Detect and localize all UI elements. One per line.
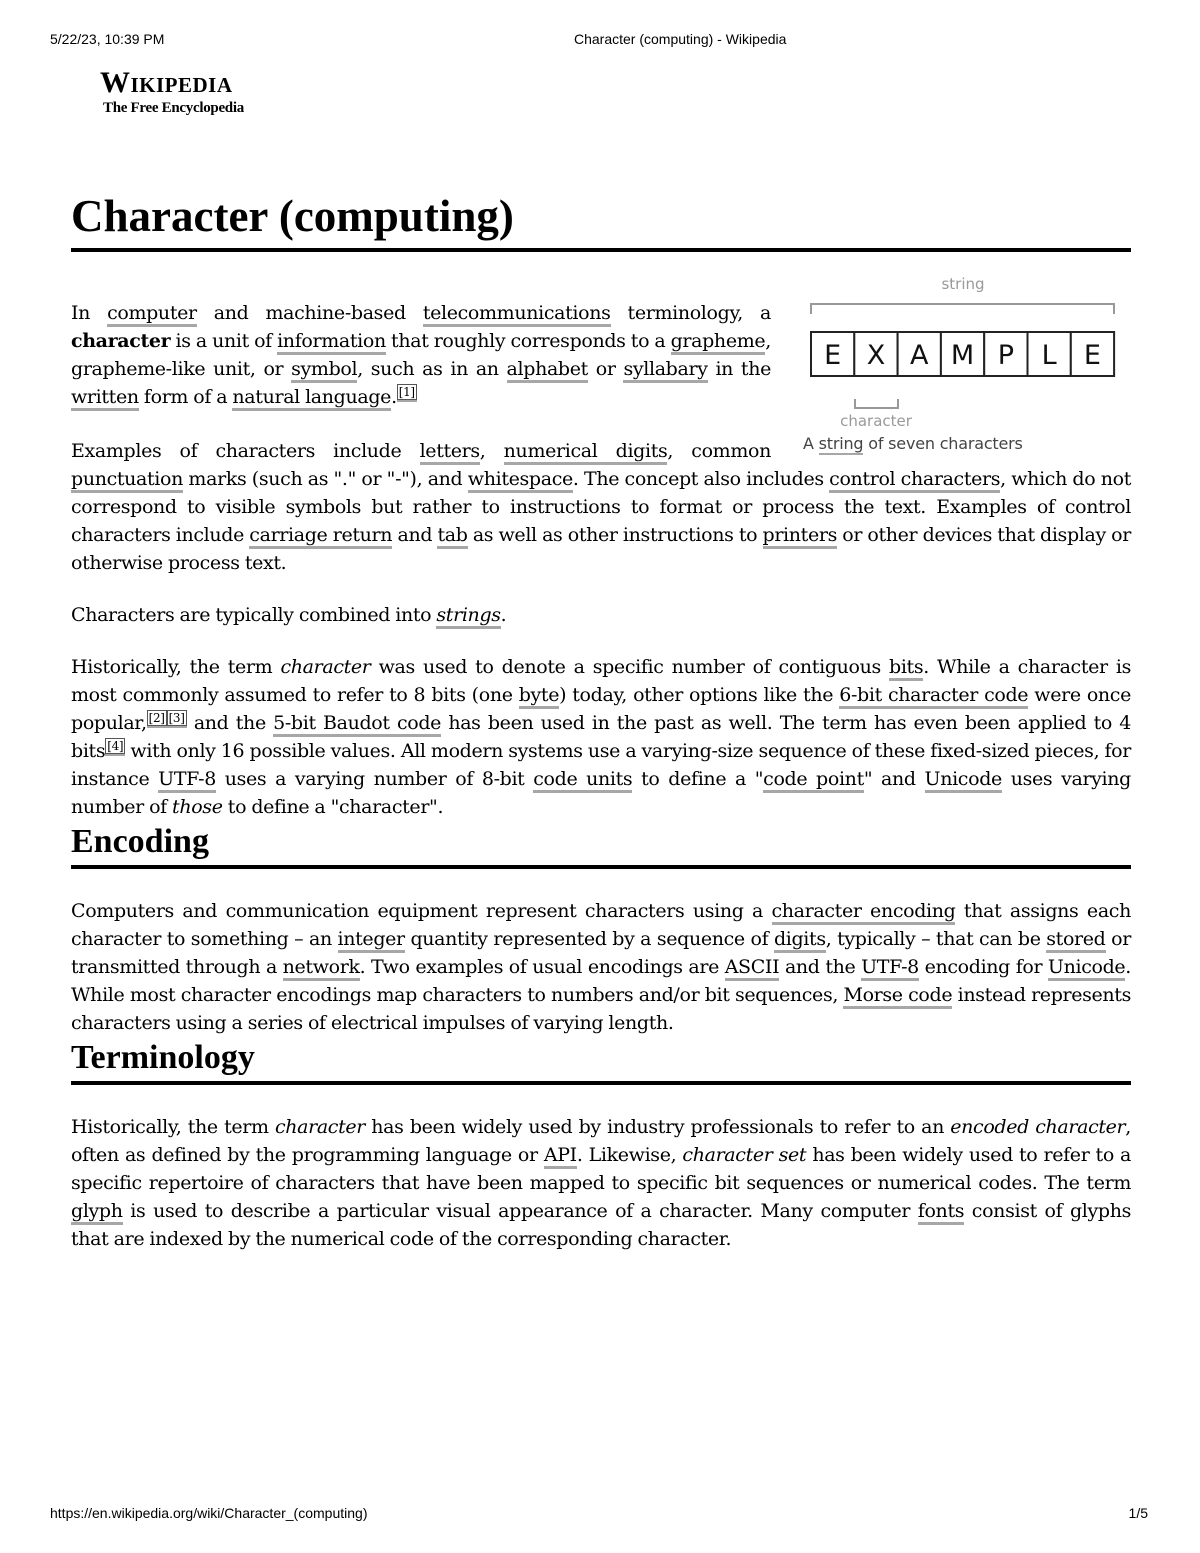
link-utf-8[interactable]: UTF-8 xyxy=(158,768,216,793)
link-control-characters[interactable]: control characters xyxy=(829,468,1001,493)
link-carriage-return[interactable]: carriage return xyxy=(249,524,393,549)
link-6-bit-character-code[interactable]: 6-bit character code xyxy=(839,684,1029,709)
link-integer[interactable]: integer xyxy=(337,928,405,953)
intro-paragraph-2: Examples of characters include letters, … xyxy=(71,440,1131,574)
intro-paragraph-4: Historically, the term character was use… xyxy=(71,656,1132,818)
link-fonts[interactable]: fonts xyxy=(917,1200,964,1225)
link-unicode-encoding[interactable]: Unicode xyxy=(1047,956,1126,981)
link-telecommunications[interactable]: telecommunications xyxy=(422,302,611,327)
example-figure: string EXAMPLE character A string of sev… xyxy=(801,268,1131,455)
link-glyph[interactable]: glyph xyxy=(71,1200,123,1225)
terminology-paragraph: Historically, the term character has bee… xyxy=(71,1116,1132,1250)
citation-1[interactable]: [1] xyxy=(396,383,417,402)
string-bracket xyxy=(810,303,1115,314)
intro-paragraph-3: Characters are typically combined into s… xyxy=(71,601,1131,629)
citation-2[interactable]: [2] xyxy=(146,709,167,728)
link-whitespace[interactable]: whitespace xyxy=(467,468,573,493)
letter-boxes: EXAMPLE xyxy=(810,331,1116,377)
link-punctuation[interactable]: punctuation xyxy=(71,468,183,493)
print-datetime: 5/22/23, 10:39 PM xyxy=(50,31,165,47)
print-page-number: 1/5 xyxy=(1128,1505,1148,1521)
link-information[interactable]: information xyxy=(277,330,386,355)
encoding-paragraph: Computers and communication equipment re… xyxy=(71,900,1132,1034)
link-code-units[interactable]: code units xyxy=(533,768,633,793)
print-url: https://en.wikipedia.org/wiki/Character_… xyxy=(50,1505,368,1521)
letter-glyph: E xyxy=(1084,340,1101,371)
link-tab[interactable]: tab xyxy=(437,524,468,549)
print-header: 5/22/23, 10:39 PM Character (computing) … xyxy=(0,31,1200,49)
link-morse-code[interactable]: Morse code xyxy=(843,984,953,1009)
heading-terminology: Terminology xyxy=(71,1037,1131,1085)
link-code-point[interactable]: code point xyxy=(763,768,864,793)
wikipedia-logo[interactable]: Wikipedia The Free Encyclopedia xyxy=(100,66,244,116)
link-ascii[interactable]: ASCII xyxy=(724,956,780,981)
citation-3[interactable]: [3] xyxy=(166,709,187,728)
link-grapheme[interactable]: grapheme xyxy=(670,330,766,355)
link-string[interactable]: string xyxy=(818,434,864,455)
letter-glyph: A xyxy=(910,340,929,371)
link-utf-8-encoding[interactable]: UTF-8 xyxy=(861,956,919,981)
link-strings[interactable]: strings xyxy=(436,604,501,629)
bold-character: character xyxy=(71,330,171,352)
character-label: character xyxy=(840,412,913,428)
string-label: string xyxy=(941,275,984,293)
logo-wordmark: Wikipedia xyxy=(100,66,233,99)
page-title: Character (computing) xyxy=(71,186,1131,252)
letter-glyph: M xyxy=(951,340,974,371)
link-byte[interactable]: byte xyxy=(518,684,559,709)
link-symbol[interactable]: symbol xyxy=(291,358,358,383)
citation-4[interactable]: [4] xyxy=(105,737,126,756)
link-written[interactable]: written xyxy=(71,386,139,411)
link-natural-language[interactable]: natural language xyxy=(232,386,391,411)
link-stored[interactable]: stored xyxy=(1046,928,1106,953)
letter-glyph: L xyxy=(1042,340,1057,371)
figure-caption: A string of seven characters xyxy=(803,434,1023,455)
article-content: Character (computing) string EXAMPLE cha… xyxy=(71,186,1131,1253)
link-bits[interactable]: bits xyxy=(889,656,924,681)
link-printers[interactable]: printers xyxy=(762,524,837,549)
link-numerical-digits[interactable]: numerical digits xyxy=(503,440,668,465)
link-network[interactable]: network xyxy=(282,956,360,981)
link-api[interactable]: API xyxy=(543,1144,577,1169)
link-syllabary[interactable]: syllabary xyxy=(623,358,708,383)
letter-glyph: P xyxy=(998,340,1014,371)
link-alphabet[interactable]: alphabet xyxy=(506,358,588,383)
print-footer: https://en.wikipedia.org/wiki/Character_… xyxy=(0,1505,1200,1523)
link-letters[interactable]: letters xyxy=(419,440,480,465)
letter-glyph: E xyxy=(824,340,841,371)
link-digits[interactable]: digits xyxy=(773,928,826,953)
link-baudot-code[interactable]: 5-bit Baudot code xyxy=(273,712,441,737)
letter-glyph: X xyxy=(867,340,886,371)
logo-tagline: The Free Encyclopedia xyxy=(103,100,244,116)
link-character-encoding[interactable]: character encoding xyxy=(771,900,956,925)
string-diagram: string EXAMPLE character xyxy=(810,275,1116,428)
print-page-title: Character (computing) - Wikipedia xyxy=(574,31,787,47)
heading-encoding: Encoding xyxy=(71,821,1131,869)
link-unicode[interactable]: Unicode xyxy=(924,768,1002,793)
character-bracket xyxy=(854,399,899,409)
link-computer[interactable]: computer xyxy=(107,302,197,327)
